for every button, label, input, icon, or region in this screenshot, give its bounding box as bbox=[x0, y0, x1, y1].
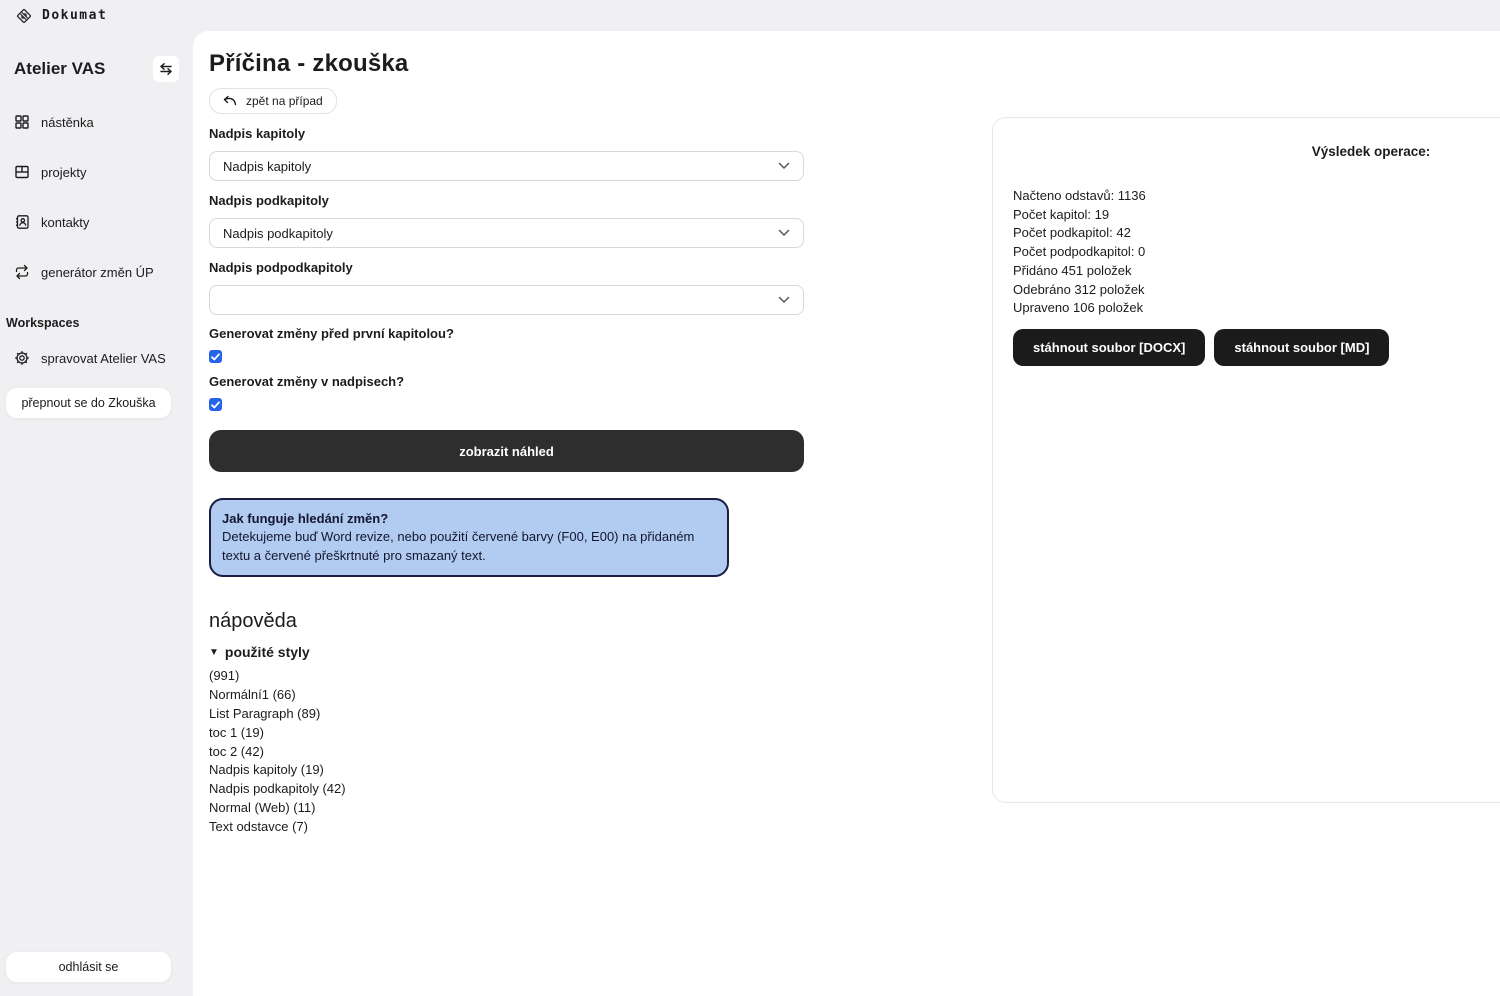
stat-line: Počet kapitol: 19 bbox=[1013, 206, 1500, 225]
field-label-podkapitoly: Nadpis podkapitoly bbox=[209, 193, 804, 208]
style-list-item: toc 2 (42) bbox=[209, 743, 804, 762]
main-content: Příčina - zkouška zpět na případ Nadpis … bbox=[193, 31, 1500, 996]
dashboard-icon bbox=[14, 114, 30, 130]
checkbox-pred-kapitolou[interactable] bbox=[209, 350, 222, 363]
back-button-label: zpět na případ bbox=[246, 94, 323, 108]
download-md-button[interactable]: stáhnout soubor [MD] bbox=[1214, 329, 1389, 366]
show-preview-button[interactable]: zobrazit náhled bbox=[209, 430, 804, 472]
sidebar-item-label: kontakty bbox=[41, 215, 89, 230]
chevron-down-icon bbox=[778, 162, 790, 170]
workspaces-section-label: Workspaces bbox=[5, 290, 188, 332]
stat-line: Počet podkapitol: 42 bbox=[1013, 224, 1500, 243]
info-box-title: Jak funguje hledání změn? bbox=[222, 510, 716, 528]
select-nadpis-podpodkapitoly[interactable] bbox=[209, 285, 804, 315]
sidebar-item-label: projekty bbox=[41, 165, 87, 180]
style-list-item: List Paragraph (89) bbox=[209, 705, 804, 724]
triangle-down-icon: ▼ bbox=[209, 647, 219, 658]
change-generator-form: Nadpis kapitoly Nadpis kapitoly Nadpis p… bbox=[209, 126, 804, 837]
app-title: Dokumat bbox=[42, 8, 107, 23]
chevron-down-icon bbox=[778, 296, 790, 304]
contacts-book-icon bbox=[14, 214, 30, 230]
swap-horizontal-icon bbox=[158, 61, 174, 77]
used-styles-toggle[interactable]: ▼ použité styly bbox=[209, 644, 804, 660]
result-stats: Načteno odstavů: 1136 Počet kapitol: 19 … bbox=[1013, 187, 1500, 318]
stat-line: Načteno odstavů: 1136 bbox=[1013, 187, 1500, 206]
sidebar-nav: nástěnka projekty kontakty bbox=[5, 104, 188, 290]
style-list-item: Nadpis kapitoly (19) bbox=[209, 761, 804, 780]
sidebar-item-label: spravovat Atelier VAS bbox=[41, 351, 166, 366]
stat-line: Přidáno 451 položek bbox=[1013, 262, 1500, 281]
sidebar-item-spravovat[interactable]: spravovat Atelier VAS bbox=[5, 340, 188, 376]
sidebar-item-generator-zmen[interactable]: generátor změn ÚP bbox=[5, 254, 188, 290]
select-value: Nadpis podkapitoly bbox=[223, 226, 333, 241]
undo-arrow-icon bbox=[223, 95, 238, 107]
repeat-icon bbox=[14, 264, 30, 280]
kanban-icon bbox=[14, 164, 30, 180]
stat-line: Upraveno 106 položek bbox=[1013, 299, 1500, 318]
style-list-item: Normal (Web) (11) bbox=[209, 799, 804, 818]
style-list-item: Text odstavce (7) bbox=[209, 818, 804, 837]
field-label-kapitoly: Nadpis kapitoly bbox=[209, 126, 804, 141]
chevron-down-icon bbox=[778, 229, 790, 237]
download-docx-button[interactable]: stáhnout soubor [DOCX] bbox=[1013, 329, 1205, 366]
style-list-item: (991) bbox=[209, 667, 804, 686]
sidebar: Atelier VAS nástěnka bbox=[0, 31, 193, 996]
select-value: Nadpis kapitoly bbox=[223, 159, 311, 174]
download-buttons: stáhnout soubor [DOCX] stáhnout soubor [… bbox=[1013, 329, 1500, 366]
sidebar-item-projekty[interactable]: projekty bbox=[5, 154, 188, 190]
stat-line: Odebráno 312 položek bbox=[1013, 281, 1500, 300]
info-box: Jak funguje hledání změn? Detekujeme buď… bbox=[209, 498, 729, 577]
select-nadpis-kapitoly[interactable]: Nadpis kapitoly bbox=[209, 151, 804, 181]
sidebar-item-label: generátor změn ÚP bbox=[41, 265, 154, 280]
used-styles-label: použité styly bbox=[225, 644, 310, 660]
checkbox-label-pred-kapitolou: Generovat změny před první kapitolou? bbox=[209, 326, 804, 341]
result-panel: Výsledek operace: Načteno odstavů: 1136 … bbox=[992, 117, 1500, 803]
check-icon bbox=[211, 353, 220, 361]
app-logo-icon bbox=[16, 8, 32, 24]
stat-line: Počet podpodkapitol: 0 bbox=[1013, 243, 1500, 262]
help-heading: nápověda bbox=[209, 610, 804, 633]
check-icon bbox=[211, 401, 220, 409]
style-list-item: Nadpis podkapitoly (42) bbox=[209, 780, 804, 799]
style-list-item: Normální1 (66) bbox=[209, 686, 804, 705]
field-label-podpodkapitoly: Nadpis podpodkapitoly bbox=[209, 260, 804, 275]
switch-workspace-button[interactable]: přepnout se do Zkouška bbox=[5, 387, 172, 419]
logout-button[interactable]: odhlásit se bbox=[5, 951, 172, 983]
sidebar-collapse-button[interactable] bbox=[153, 56, 179, 82]
select-nadpis-podkapitoly[interactable]: Nadpis podkapitoly bbox=[209, 218, 804, 248]
topbar: Dokumat bbox=[0, 0, 1500, 31]
workspace-header: Atelier VAS bbox=[5, 31, 188, 82]
sidebar-item-kontakty[interactable]: kontakty bbox=[5, 204, 188, 240]
checkbox-v-nadpisech[interactable] bbox=[209, 398, 222, 411]
sidebar-item-label: nástěnka bbox=[41, 115, 94, 130]
page-title: Příčina - zkouška bbox=[209, 50, 1500, 78]
workspace-name: Atelier VAS bbox=[14, 59, 105, 79]
info-box-body: Detekujeme buď Word revize, nebo použití… bbox=[222, 528, 716, 565]
sidebar-item-nastenka[interactable]: nástěnka bbox=[5, 104, 188, 140]
style-list-item: toc 1 (19) bbox=[209, 724, 804, 743]
gear-icon bbox=[14, 350, 30, 366]
used-styles-list: (991) Normální1 (66) List Paragraph (89)… bbox=[209, 667, 804, 836]
result-panel-title: Výsledek operace: bbox=[1013, 144, 1500, 159]
checkbox-label-v-nadpisech: Generovat změny v nadpisech? bbox=[209, 374, 804, 389]
back-to-case-button[interactable]: zpět na případ bbox=[209, 88, 337, 114]
